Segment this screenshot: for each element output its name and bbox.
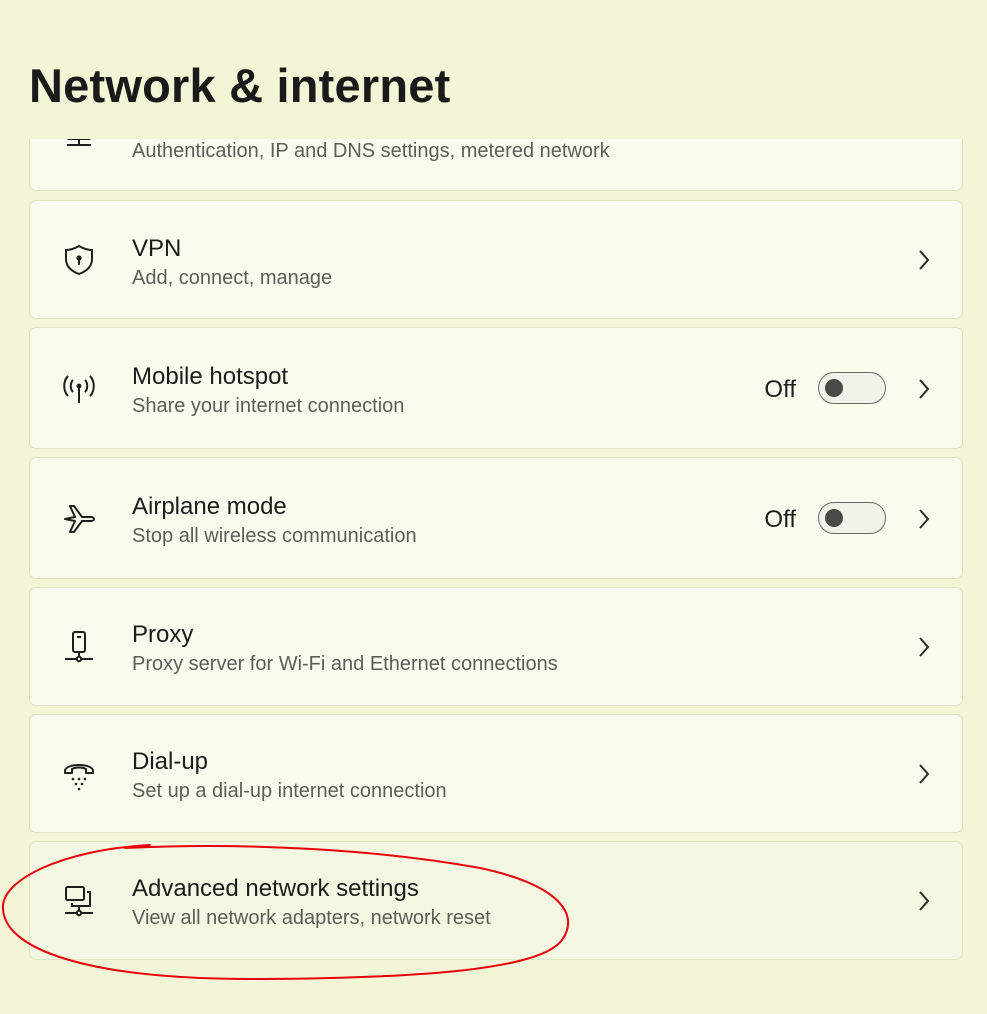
chevron-right-icon xyxy=(919,637,930,657)
shield-icon xyxy=(62,243,96,277)
chevron-right-icon xyxy=(919,250,930,270)
proxy-icon xyxy=(62,630,96,664)
ethernet-icon xyxy=(62,139,96,152)
settings-item-mobile-hotspot[interactable]: Mobile hotspot Share your internet conne… xyxy=(29,327,963,449)
hotspot-icon xyxy=(62,372,96,406)
settings-item-title: VPN xyxy=(132,235,182,262)
settings-item-advanced-network-settings[interactable]: Advanced network settings View all netwo… xyxy=(29,841,963,960)
chevron-right-icon xyxy=(919,764,930,784)
settings-item-title: Mobile hotspot xyxy=(132,363,289,390)
mobile-hotspot-toggle[interactable] xyxy=(818,372,886,404)
settings-item-subtitle: Stop all wireless communication xyxy=(132,525,417,547)
settings-item-subtitle: Authentication, IP and DNS settings, met… xyxy=(132,140,610,162)
settings-item-vpn[interactable]: VPN Add, connect, manage xyxy=(29,200,963,319)
chevron-right-icon xyxy=(919,509,930,529)
chevron-right-icon xyxy=(919,891,930,911)
settings-item-subtitle: View all network adapters, network reset xyxy=(132,907,491,929)
settings-item-title: Airplane mode xyxy=(132,493,287,520)
settings-item-subtitle: Share your internet connection xyxy=(132,395,405,417)
settings-item-ethernet-properties[interactable]: Authentication, IP and DNS settings, met… xyxy=(29,139,963,191)
toggle-knob xyxy=(825,509,843,527)
settings-item-airplane-mode[interactable]: Airplane mode Stop all wireless communic… xyxy=(29,457,963,579)
settings-item-dial-up[interactable]: Dial-up Set up a dial-up internet connec… xyxy=(29,714,963,833)
dialup-phone-icon xyxy=(62,757,96,791)
settings-item-subtitle: Add, connect, manage xyxy=(132,267,333,289)
settings-item-subtitle: Set up a dial-up internet connection xyxy=(132,780,447,802)
page-title: Network & internet xyxy=(29,59,451,112)
airplane-mode-toggle[interactable] xyxy=(818,502,886,534)
network-computer-icon xyxy=(62,884,96,918)
airplane-icon xyxy=(62,502,96,536)
toggle-knob xyxy=(825,379,843,397)
settings-list: Authentication, IP and DNS settings, met… xyxy=(0,139,987,1014)
settings-item-proxy[interactable]: Proxy Proxy server for Wi-Fi and Etherne… xyxy=(29,587,963,706)
settings-item-title: Proxy xyxy=(132,621,194,648)
settings-item-title: Dial-up xyxy=(132,748,209,775)
settings-item-title: Advanced network settings xyxy=(132,875,419,902)
chevron-right-icon xyxy=(919,379,930,399)
toggle-state-label: Off xyxy=(764,376,796,403)
settings-item-subtitle: Proxy server for Wi-Fi and Ethernet conn… xyxy=(132,653,558,675)
toggle-state-label: Off xyxy=(764,506,796,533)
